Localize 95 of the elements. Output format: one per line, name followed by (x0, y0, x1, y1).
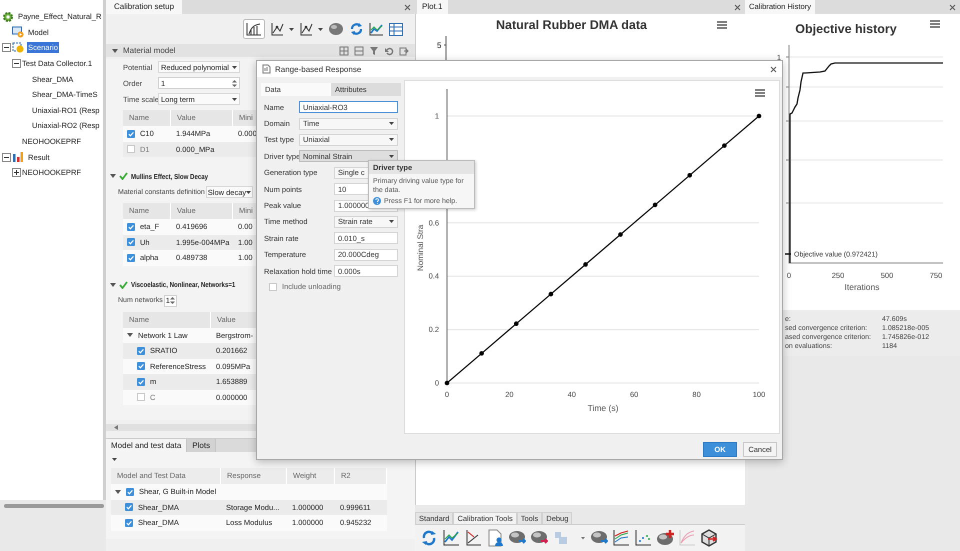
range-document-icon[interactable] (262, 64, 271, 74)
close-icon[interactable] (404, 4, 411, 10)
dropdown-arrow-icon[interactable] (289, 28, 294, 30)
collapse-arrow-icon[interactable] (110, 282, 116, 288)
checkbox[interactable] (125, 503, 133, 512)
expand-icon[interactable] (12, 168, 21, 178)
grid-icon[interactable] (354, 46, 364, 56)
refresh-icon[interactable] (349, 22, 364, 36)
data-point (756, 114, 762, 118)
undo-icon[interactable] (384, 46, 394, 56)
table-icon[interactable] (389, 22, 403, 36)
data-point (687, 172, 692, 178)
gear-icon[interactable] (2, 10, 14, 23)
menu-icon[interactable] (755, 89, 765, 97)
collapse-arrow-icon[interactable] (110, 173, 116, 179)
sphere-icon[interactable] (328, 22, 344, 36)
export-icon[interactable] (399, 46, 409, 56)
sphere-plus-icon[interactable] (656, 529, 674, 547)
close-icon[interactable] (734, 4, 741, 10)
spinner-arrows-icon[interactable] (170, 296, 175, 305)
spinner-arrows-icon[interactable] (232, 78, 237, 88)
checkbox[interactable] (127, 254, 135, 262)
bar-chart-icon[interactable] (12, 151, 24, 164)
document-user-icon[interactable] (486, 529, 504, 547)
axis-title: Nominal Stra (416, 224, 425, 271)
framed-chart-icon[interactable] (243, 19, 265, 39)
checkbox[interactable] (127, 130, 135, 138)
checkbox[interactable] (127, 222, 135, 231)
checkbox[interactable] (269, 282, 277, 291)
menu-icon[interactable] (717, 21, 727, 29)
check-icon (119, 172, 128, 180)
dashed-box-icon[interactable] (12, 42, 24, 54)
scrollbar[interactable] (106, 424, 256, 431)
filter-icon[interactable] (369, 46, 379, 56)
dropdown-arrow-icon[interactable] (389, 138, 394, 142)
collapse-icon[interactable] (12, 59, 21, 68)
chart-title: Natural Rubber DMA data (496, 18, 647, 32)
dialog-title: Range-based Response (275, 64, 362, 74)
axes-icon[interactable] (464, 529, 482, 547)
panel-tab[interactable]: Plots (187, 439, 216, 452)
dropdown-arrow-icon[interactable] (389, 122, 394, 126)
dropdown-arrow-icon[interactable] (232, 66, 237, 68)
scrollbar[interactable] (4, 504, 104, 508)
checkbox[interactable] (127, 238, 135, 246)
data-point (583, 262, 588, 267)
checkbox[interactable] (137, 362, 145, 370)
data-point (479, 351, 484, 356)
cube-arrow-icon[interactable] (700, 529, 718, 547)
check-icon (119, 280, 128, 288)
checkbox[interactable] (137, 393, 145, 402)
data-point (548, 292, 554, 296)
axis-title: Time (s) (588, 403, 618, 413)
data-point (444, 380, 450, 386)
axis-tick-label: 5 (437, 41, 442, 50)
collapse-icon[interactable] (2, 152, 11, 162)
multi-line-chart-icon[interactable] (612, 529, 630, 547)
panel-tab[interactable]: Model and test data (106, 439, 188, 452)
close-icon[interactable] (770, 66, 777, 72)
data-point (722, 143, 727, 148)
line-chart-icon[interactable] (369, 22, 384, 36)
checkbox[interactable] (126, 488, 134, 496)
collapse-icon[interactable] (2, 43, 11, 52)
line-chart-icon[interactable] (442, 529, 460, 547)
menu-icon[interactable] (930, 21, 940, 27)
dropdown-arrow-icon[interactable] (318, 28, 323, 30)
dropdown-arrow-icon[interactable] (112, 458, 117, 461)
panel-tab[interactable]: Plot.1 (417, 0, 448, 14)
dropdown-arrow-icon[interactable] (389, 220, 394, 224)
chart-title: Objective history (795, 22, 897, 36)
scroll-left-icon[interactable] (114, 425, 118, 430)
collapse-arrow-icon[interactable] (127, 332, 133, 338)
axis-title: Iterations (844, 282, 880, 292)
panel-tab[interactable]: Calibration setup (106, 0, 182, 14)
collapse-arrow-icon[interactable] (115, 488, 121, 495)
axes-icon[interactable] (270, 22, 284, 36)
checkbox[interactable] (127, 145, 135, 154)
legend-line (785, 253, 791, 255)
checkbox[interactable] (125, 518, 133, 527)
dropdown-arrow-icon[interactable] (232, 98, 237, 100)
help-icon (373, 197, 381, 205)
refresh-icon[interactable] (420, 529, 438, 547)
grid-icon[interactable] (339, 46, 349, 56)
data-point (652, 202, 658, 208)
close-icon[interactable] (949, 4, 956, 10)
axes-icon[interactable] (299, 22, 313, 36)
monitor-play-icon[interactable] (12, 26, 24, 38)
data-point (514, 321, 519, 326)
dropdown-arrow-icon[interactable] (246, 190, 252, 194)
section-title: Material model (123, 46, 176, 55)
collapse-arrow-icon[interactable] (112, 48, 118, 54)
checkbox[interactable] (137, 346, 145, 355)
dropdown-arrow-icon[interactable] (389, 154, 394, 158)
data-point (618, 232, 623, 237)
scatter-chart-icon[interactable] (634, 529, 652, 547)
checkbox[interactable] (137, 378, 145, 386)
